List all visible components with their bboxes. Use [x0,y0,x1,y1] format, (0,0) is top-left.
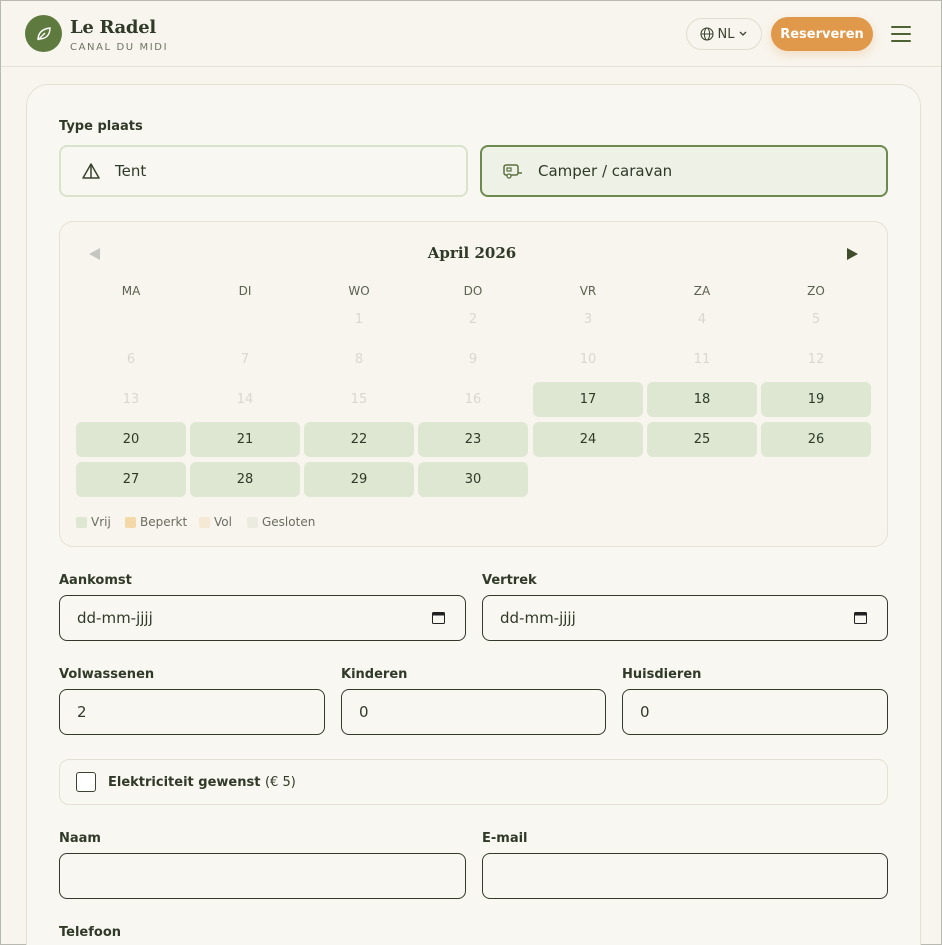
electricity-price: (€ 5) [264,774,296,790]
calendar-day-available[interactable]: 29 [304,462,414,497]
legend-item: Vol [199,515,232,529]
logo-leaf-icon[interactable] [25,15,62,52]
calendar-day-past: 2 [468,312,478,327]
legend-item: Beperkt [125,515,187,529]
name-input[interactable] [59,853,466,899]
hamburger-menu-icon[interactable] [891,26,911,42]
calendar-day-past: 11 [693,352,711,367]
chevron-down-icon [740,31,747,36]
legend-item: Gesloten [247,515,315,529]
weekday-header: WO [348,284,370,298]
calendar-day-past: 13 [122,392,140,407]
adults-label: Volwassenen [59,667,155,682]
brand-name[interactable]: Le Radel [70,17,156,38]
calendar-day-available[interactable]: 25 [647,422,757,457]
legend-label: Beperkt [140,515,188,529]
legend-swatch [76,516,87,528]
arrival-date-placeholder: dd-mm-jjjj [77,609,153,627]
calendar-day-past: 8 [354,352,364,367]
calendar-day-past: 15 [350,392,368,407]
legend-label: Vol [214,515,232,529]
brand-subtitle: CANAL DU MIDI [70,42,169,53]
calendar-day-past: 7 [240,352,250,367]
phone-label: Telefoon [59,925,122,940]
type-label: Type plaats [59,119,143,134]
weekday-header: MA [121,284,141,298]
reserve-button[interactable]: Reserveren [771,17,873,51]
calendar-icon[interactable] [432,611,445,624]
email-input[interactable] [482,853,888,899]
electricity-checkbox[interactable] [76,772,96,792]
type-option-label: Tent [115,162,147,180]
adults-input[interactable]: 2 [59,689,325,735]
calendar-day-past: 4 [697,312,707,327]
calendar-day-past: 5 [811,312,821,327]
type-option-tent[interactable]: Tent [59,145,468,197]
electricity-label: Elektriciteit gewenst (€ 5) [108,774,296,790]
calendar-day-available[interactable]: 23 [418,422,528,457]
arrival-label: Aankomst [59,573,132,588]
weekday-header: DO [463,284,483,298]
calendar-day-past: 12 [807,352,825,367]
calendar-month-title: April 2026 [427,244,517,262]
children-input[interactable]: 0 [341,689,606,735]
calendar-day-available[interactable]: 24 [533,422,643,457]
calendar-day-past: 16 [464,392,482,407]
pets-value: 0 [640,703,650,721]
calendar-day-available[interactable]: 30 [418,462,528,497]
legend-label: Vrij [91,515,111,529]
weekday-header: ZA [693,284,711,298]
calendar-day-available[interactable]: 17 [533,382,643,417]
calendar-day-available[interactable]: 21 [190,422,300,457]
caravan-icon [503,164,522,179]
name-label: Naam [59,831,101,846]
calendar-day-available[interactable]: 20 [76,422,186,457]
adults-value: 2 [77,703,87,721]
calendar-day-past: 14 [236,392,254,407]
electricity-option[interactable]: Elektriciteit gewenst (€ 5) [59,759,888,805]
calendar-day-past: 9 [468,352,478,367]
calendar-day-available[interactable]: 19 [761,382,871,417]
departure-date-input[interactable]: dd-mm-jjjj [482,595,888,641]
type-option-label: Camper / caravan [538,162,673,180]
pets-input[interactable]: 0 [622,689,888,735]
tent-icon [82,163,100,179]
departure-date-placeholder: dd-mm-jjjj [500,609,576,627]
weekday-header: VR [579,284,597,298]
legend-swatch [247,516,258,528]
calendar-day-available[interactable]: 26 [761,422,871,457]
departure-label: Vertrek [482,573,537,588]
calendar-day-available[interactable]: 28 [190,462,300,497]
legend-item: Vrij [76,515,111,529]
pets-label: Huisdieren [622,667,702,682]
calendar-day-past: 10 [579,352,597,367]
email-label: E-mail [482,831,528,846]
calendar-day-available[interactable]: 27 [76,462,186,497]
next-month-arrow-icon[interactable] [847,248,858,260]
weekday-header: DI [238,284,252,298]
language-selector[interactable]: NL [686,18,762,50]
weekday-header: ZO [807,284,825,298]
calendar-day-available[interactable]: 22 [304,422,414,457]
children-value: 0 [359,703,369,721]
calendar-day-available[interactable]: 18 [647,382,757,417]
children-label: Kinderen [341,667,408,682]
site-header: Le Radel CANAL DU MIDI NL Reserveren [1,1,941,67]
calendar-day-past: 1 [354,312,364,327]
legend-swatch [125,516,136,528]
globe-icon [699,27,714,41]
calendar-icon[interactable] [854,611,867,624]
type-option-camper[interactable]: Camper / caravan [480,145,888,197]
legend-swatch [199,516,210,528]
calendar-day-past: 6 [126,352,136,367]
calendar-day-past: 3 [583,312,593,327]
arrival-date-input[interactable]: dd-mm-jjjj [59,595,466,641]
language-code: NL [717,26,735,42]
legend-label: Gesloten [262,515,316,529]
